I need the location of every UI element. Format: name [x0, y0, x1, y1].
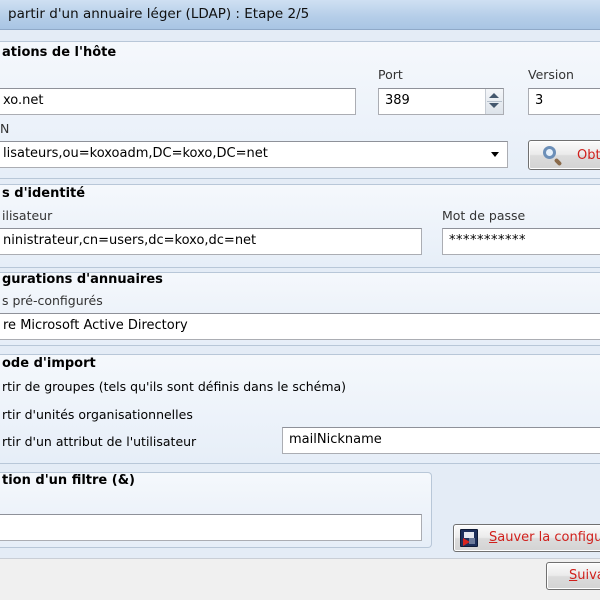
version-value: 3 — [535, 93, 544, 108]
server-input[interactable]: xo.net — [0, 88, 356, 115]
dn-value: lisateurs,ou=koxoadm,DC=koxo,DC=net — [3, 146, 268, 161]
attribute-input[interactable]: mailNickname — [282, 427, 600, 454]
directories-section-title: gurations d'annuaires — [2, 272, 163, 287]
spin-down-icon[interactable] — [489, 103, 499, 108]
preconfigured-value: re Microsoft Active Directory — [3, 318, 188, 333]
dn-label: N — [0, 121, 10, 136]
attribute-value: mailNickname — [289, 432, 382, 447]
option-org-units-radio[interactable]: rtir d'unités organisationnelles — [2, 407, 193, 422]
password-value: *********** — [449, 233, 526, 248]
obtain-button-label: Obt — [577, 148, 600, 163]
import-mode-section-title: ode d'import — [2, 356, 96, 371]
option-groups-radio[interactable]: rtir de groupes (tels qu'ils sont défini… — [2, 379, 346, 394]
save-config-button-label: Sauver la configu — [489, 530, 600, 545]
spin-up-icon[interactable] — [489, 93, 499, 98]
chevron-down-icon[interactable] — [491, 152, 499, 157]
port-value: 389 — [385, 93, 410, 108]
identity-group — [0, 184, 600, 268]
title-bar[interactable]: partir d'un annuaire léger (LDAP) : Etap… — [0, 0, 600, 30]
host-section-title: ations de l'hôte — [2, 45, 117, 60]
save-config-button[interactable]: Sauver la configu — [453, 524, 600, 552]
next-label-rest: uiva — [577, 568, 600, 583]
next-button-label: Suiva — [569, 568, 600, 583]
user-input[interactable]: ninistrateur,cn=users,dc=koxo,dc=net — [0, 228, 422, 255]
user-value: ninistrateur,cn=users,dc=koxo,dc=net — [3, 233, 257, 248]
save-icon — [460, 529, 478, 547]
version-input[interactable]: 3 — [528, 88, 600, 115]
port-label: Port — [378, 67, 403, 82]
filter-section-title: tion d'un filtre (&) — [2, 473, 135, 488]
version-label: Version — [528, 67, 574, 82]
filter-input[interactable] — [0, 514, 422, 541]
preconfigured-label: s pré-configurés — [2, 293, 103, 308]
password-input[interactable]: *********** — [442, 228, 600, 255]
preconfigured-select[interactable]: re Microsoft Active Directory — [0, 313, 600, 340]
dn-combobox[interactable]: lisateurs,ou=koxoadm,DC=koxo,DC=net — [0, 141, 508, 168]
server-value: xo.net — [3, 93, 44, 108]
option-attribute-radio[interactable]: rtir d'un attribut de l'utilisateur — [2, 434, 196, 449]
port-spin-buttons[interactable] — [485, 89, 503, 114]
identity-section-title: s d'identité — [2, 186, 86, 201]
port-stepper[interactable]: 389 — [378, 88, 504, 115]
obtain-button[interactable]: Obt — [528, 140, 600, 170]
bottom-button-strip — [0, 558, 600, 600]
magnifier-icon — [543, 146, 565, 167]
password-label: Mot de passe — [442, 208, 526, 223]
user-label: ilisateur — [2, 208, 53, 223]
window-title: partir d'un annuaire léger (LDAP) : Etap… — [8, 6, 310, 22]
next-button[interactable]: Suiva — [546, 562, 600, 590]
save-config-label-rest: auver la configu — [497, 530, 600, 545]
